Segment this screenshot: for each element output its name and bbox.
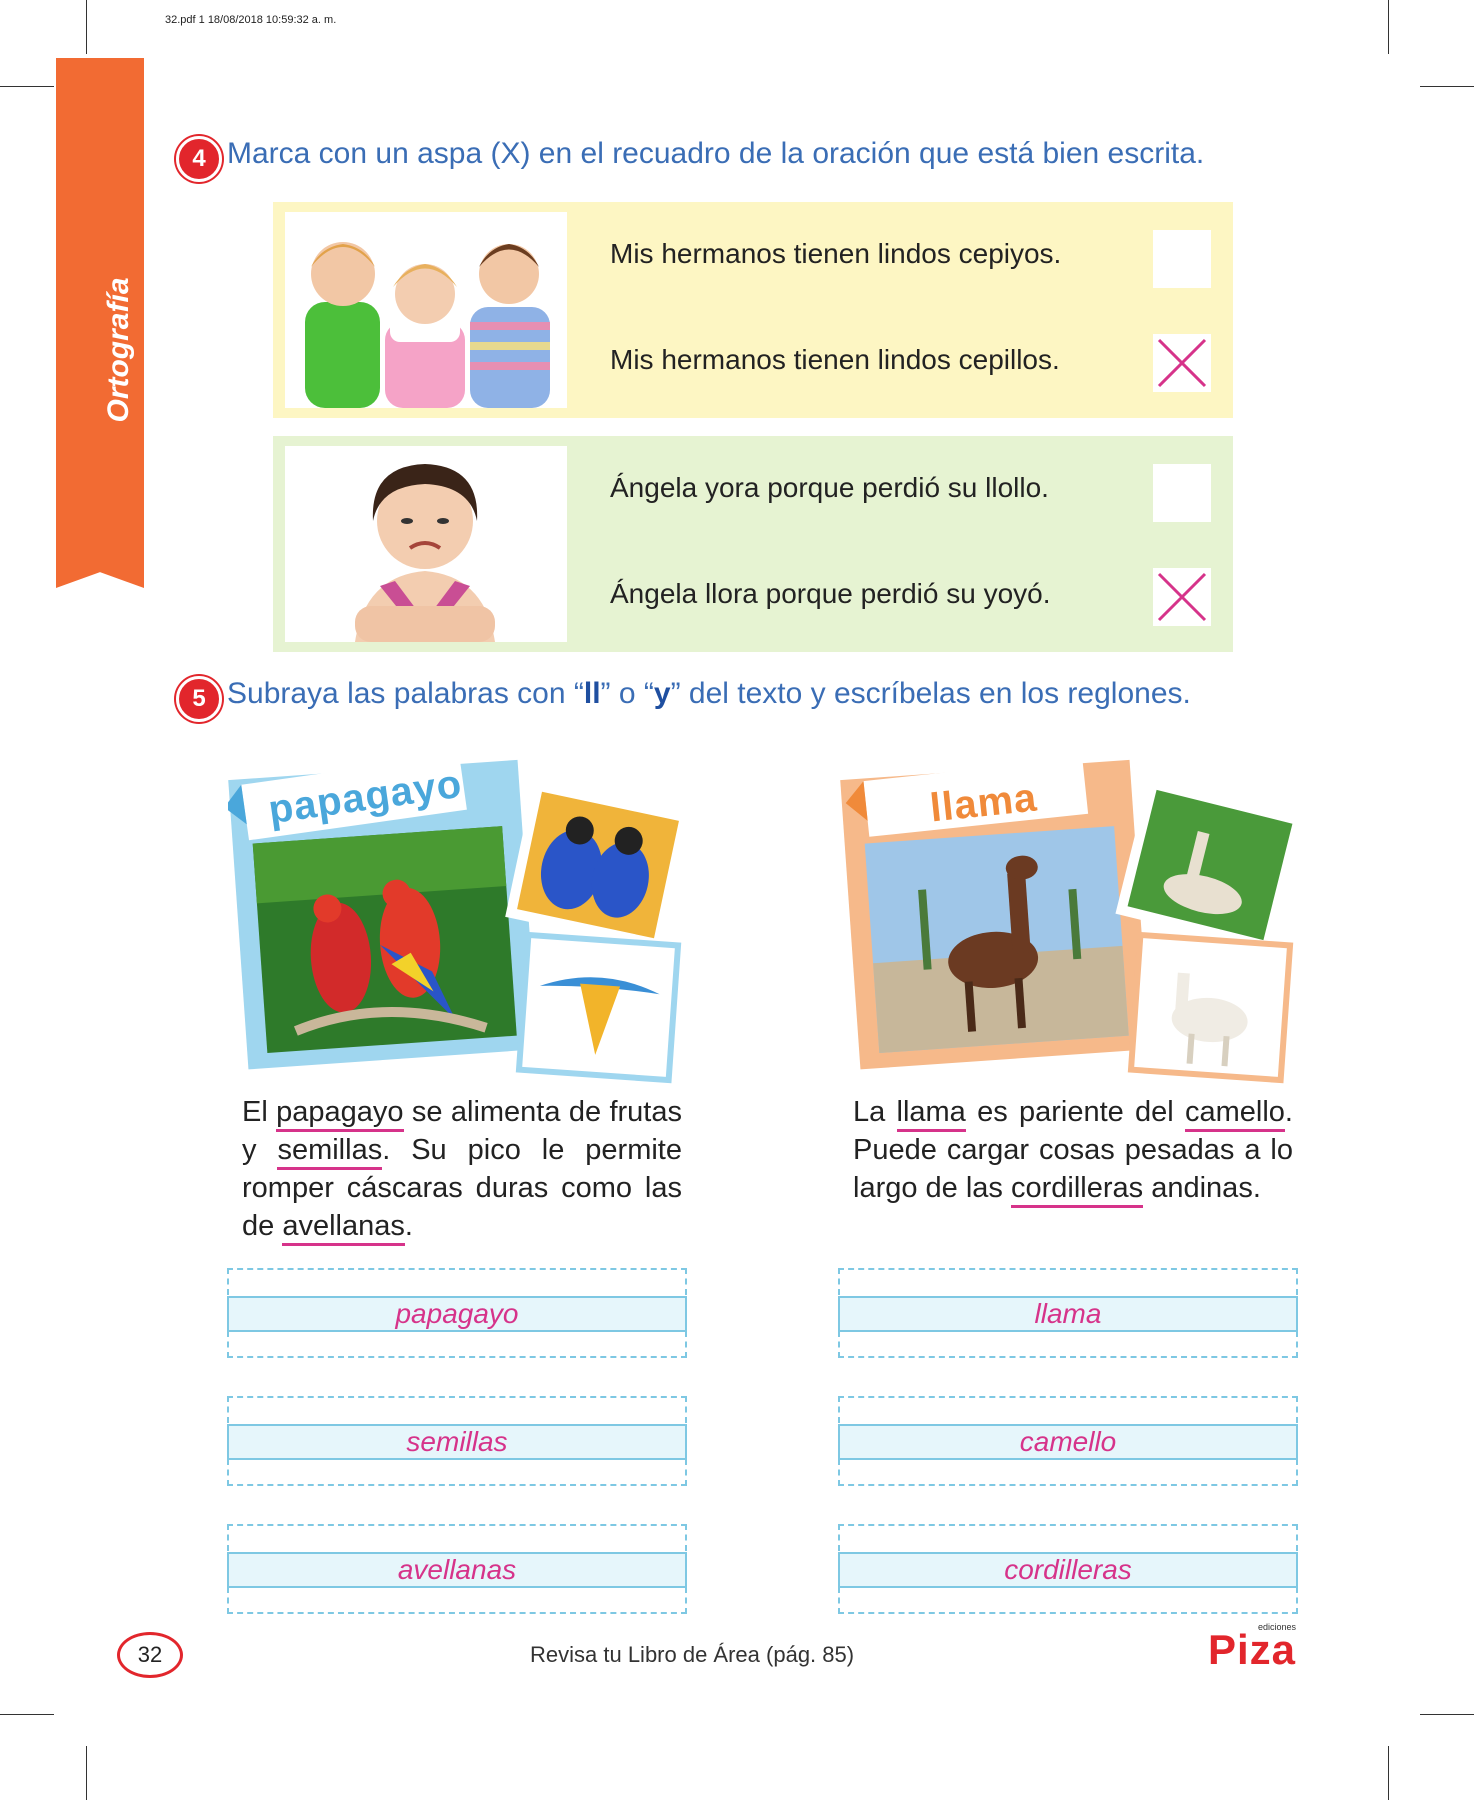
option-sentence: Mis hermanos tienen lindos cepillos.: [610, 344, 1060, 375]
exercise-4-group-1: Mis hermanos tienen lindos cepiyos. Mis …: [273, 202, 1233, 418]
text-segment: andinas.: [1143, 1172, 1261, 1204]
option-checkbox-checked[interactable]: [1153, 568, 1211, 626]
children-brushing-teeth-photo: [285, 212, 567, 408]
answer-box[interactable]: cordilleras: [838, 1524, 1298, 1614]
answer-box[interactable]: papagayo: [227, 1268, 687, 1358]
llama-text: La llama es pariente del camello. Puede …: [853, 1093, 1293, 1208]
underlined-word: papagayo: [276, 1096, 404, 1132]
option-checkbox[interactable]: [1153, 230, 1211, 288]
answer-text: semillas: [227, 1424, 687, 1460]
book-reference: Revisa tu Libro de Área (pág. 85): [530, 1642, 855, 1667]
text-segment: El: [242, 1096, 277, 1128]
answer-box[interactable]: semillas: [227, 1396, 687, 1486]
underlined-word: cordilleras: [1011, 1172, 1144, 1208]
text-segment: .: [404, 1210, 413, 1242]
text-segment: es pariente del: [965, 1096, 1185, 1128]
answer-text: avellanas: [227, 1552, 687, 1588]
answer-box[interactable]: camello: [838, 1396, 1298, 1486]
parrot-photo-collage: papagayo: [224, 735, 698, 1090]
exercise-5-number: 5: [176, 676, 222, 722]
llama-photo-collage: llama: [840, 735, 1310, 1090]
print-info: 32.pdf 1 18/08/2018 10:59:32 a. m.: [165, 14, 337, 26]
exercise-4-group-2: Ángela yora porque perdió su llollo. Áng…: [273, 436, 1233, 652]
underlined-word: camello: [1184, 1096, 1285, 1132]
underlined-word: semillas: [277, 1134, 383, 1170]
x-mark-icon: [1157, 572, 1207, 622]
page-number: 32: [117, 1632, 183, 1678]
option-checkbox[interactable]: [1153, 464, 1211, 522]
crying-girl-photo: [285, 446, 567, 642]
x-mark-icon: [1157, 338, 1207, 388]
section-tab-label: Ortografía: [102, 277, 135, 423]
answer-box[interactable]: llama: [838, 1268, 1298, 1358]
option-checkbox-checked[interactable]: [1153, 334, 1211, 392]
option-sentence: Ángela llora porque perdió su yoyó.: [610, 578, 1051, 609]
answer-text: llama: [838, 1296, 1298, 1332]
publisher-logo: ediciones Piza: [1208, 1622, 1297, 1673]
answer-text: papagayo: [227, 1296, 687, 1332]
option-sentence: Ángela yora porque perdió su llollo.: [610, 472, 1049, 503]
exercise-4-instruction: Marca con un aspa (X) en el recuadro de …: [227, 137, 1205, 170]
text-segment: La: [853, 1096, 897, 1128]
answer-text: camello: [838, 1424, 1298, 1460]
answer-box[interactable]: avellanas: [227, 1524, 687, 1614]
underlined-word: llama: [896, 1096, 966, 1132]
parrot-text: El papagayo se alimenta de frutas y semi…: [242, 1093, 682, 1246]
exercise-4-number: 4: [176, 136, 222, 182]
exercise-5-instruction: Subraya las palabras con “ll” o “y” del …: [227, 677, 1191, 710]
answer-text: cordilleras: [838, 1552, 1298, 1588]
underlined-word: avellanas: [282, 1210, 405, 1246]
option-sentence: Mis hermanos tienen lindos cepiyos.: [610, 238, 1062, 269]
